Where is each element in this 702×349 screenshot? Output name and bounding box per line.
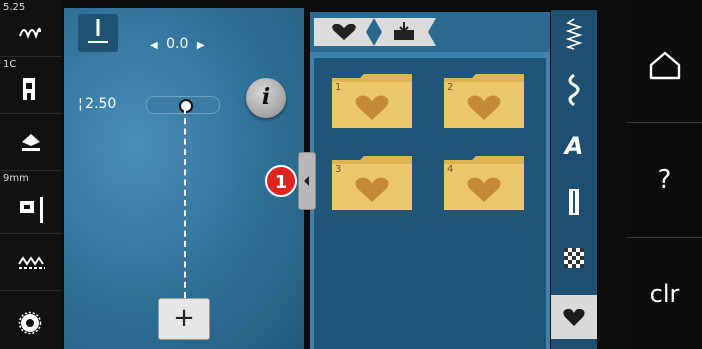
add-button[interactable]: + <box>158 298 210 340</box>
folder-number: 1 <box>335 82 342 93</box>
save-tab[interactable] <box>374 18 436 46</box>
favorites-tab[interactable] <box>314 18 374 46</box>
stitch-length-status[interactable]: 5.25 <box>0 0 62 57</box>
folder-heart-icon <box>444 74 524 128</box>
help-icon: ? <box>657 165 672 195</box>
category-decorative-stitches[interactable] <box>551 68 597 112</box>
slider-knob[interactable] <box>179 99 193 113</box>
home-button[interactable] <box>627 8 702 123</box>
needle-status[interactable] <box>0 114 62 171</box>
presser-foot-status[interactable]: 1C <box>0 57 62 114</box>
category-practical-stitches[interactable] <box>551 12 597 56</box>
stitch-category-strip: A <box>551 10 597 349</box>
bobbin-status[interactable] <box>0 291 62 349</box>
heart-icon <box>332 18 374 46</box>
save-icon <box>374 18 436 46</box>
width-scale-icon: ¦ <box>78 96 83 112</box>
needle-size-value: 9mm <box>3 173 29 184</box>
folder-heart-icon <box>332 156 412 210</box>
home-icon <box>649 51 680 80</box>
category-memory[interactable] <box>551 295 597 339</box>
decrease-arrow-icon[interactable]: ◀ <box>150 40 158 51</box>
letter-a-icon: A <box>564 132 584 160</box>
folder-number: 3 <box>335 164 342 175</box>
memory-folder[interactable]: 3 <box>330 154 414 212</box>
buttonhole-icon <box>569 189 579 215</box>
navigation-column: ? clr <box>627 0 702 349</box>
needle-plate-status[interactable]: 9mm <box>0 171 62 234</box>
stitch-length-value: 5.25 <box>3 2 26 13</box>
presser-foot-value: 1C <box>3 59 17 70</box>
memory-folder[interactable]: 1 <box>330 72 414 130</box>
sewing-machine-screen: 5.25 1C 9mm ◀ 0.0 ▶ ¦ 2.50 i + 1 2 3 4 1… <box>0 0 702 349</box>
callout-badge: 1 <box>265 165 297 197</box>
bobbin-icon <box>18 311 42 335</box>
folder-grid: 1 2 3 4 <box>314 58 546 349</box>
presser-foot-icon <box>23 78 35 100</box>
folder-number: 2 <box>447 82 454 93</box>
folder-number: 4 <box>447 164 454 175</box>
stitch-width-slider[interactable] <box>146 96 220 114</box>
feed-dog-icon <box>18 256 45 269</box>
needle-position-button[interactable] <box>78 14 118 52</box>
zigzag-icon <box>565 18 583 50</box>
wave-icon <box>568 73 580 107</box>
needle-plate-icon <box>20 197 43 223</box>
stitch-preview-line <box>184 108 186 298</box>
stitch-width-control[interactable]: ¦ 2.50 <box>78 96 116 112</box>
checker-icon <box>564 248 584 268</box>
memory-panel: 1 2 3 4 <box>310 12 550 349</box>
panel-tabs <box>310 12 550 52</box>
folder-heart-icon <box>444 156 524 210</box>
category-quilt-stitches[interactable] <box>551 236 597 280</box>
memory-folder[interactable]: 4 <box>442 154 526 212</box>
stitch-loop-icon <box>19 27 41 40</box>
clear-button[interactable]: clr <box>627 238 702 349</box>
stitch-length-value: 0.0 <box>166 36 189 52</box>
needle-position-icon <box>88 19 108 43</box>
info-icon: i <box>261 84 271 110</box>
clear-label: clr <box>649 279 680 308</box>
feed-dog-status[interactable] <box>0 234 62 291</box>
panel-collapse-handle[interactable] <box>298 152 316 210</box>
memory-folder[interactable]: 2 <box>442 72 526 130</box>
category-alphabets[interactable]: A <box>551 124 597 168</box>
stitch-width-value: 2.50 <box>85 96 117 112</box>
info-button[interactable]: i <box>246 78 286 118</box>
stitch-length-control[interactable]: ◀ 0.0 ▶ <box>150 36 205 52</box>
increase-arrow-icon[interactable]: ▶ <box>197 40 205 51</box>
category-buttonholes[interactable] <box>551 180 597 224</box>
folder-heart-icon <box>332 74 412 128</box>
heart-icon <box>563 308 585 326</box>
help-button[interactable]: ? <box>627 123 702 238</box>
chevron-left-icon <box>304 176 309 186</box>
needle-threader-icon <box>22 134 40 151</box>
status-column: 5.25 1C 9mm <box>0 0 62 349</box>
